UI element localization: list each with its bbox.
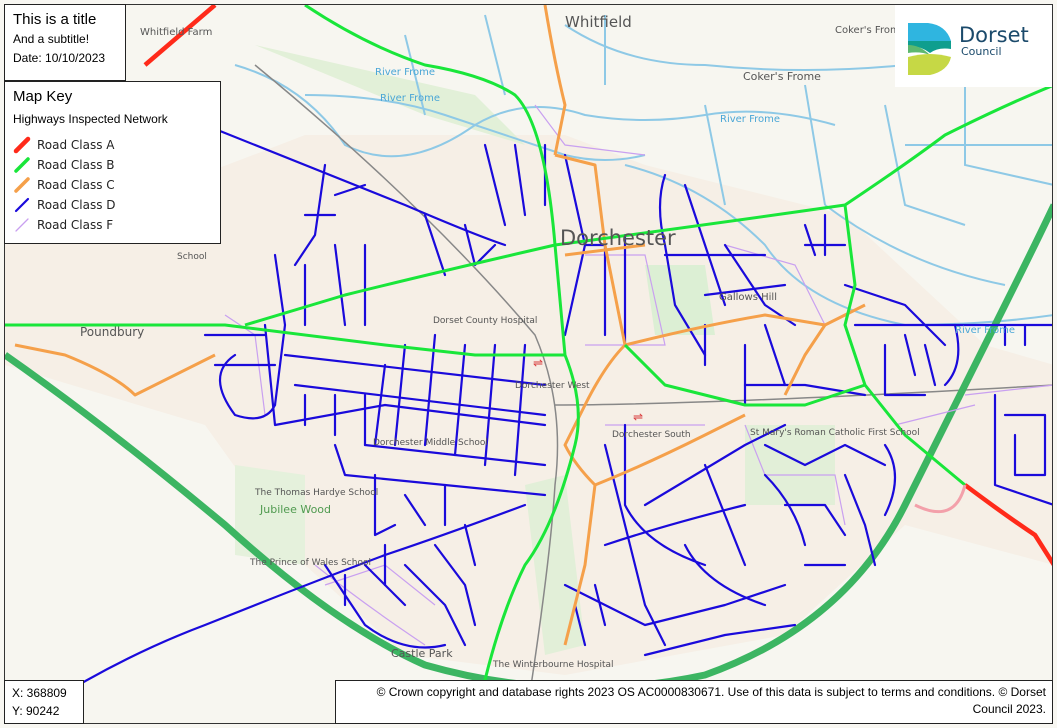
map-key-title: Map Key: [13, 88, 73, 105]
key-item-road-class-f: Road Class F: [13, 215, 212, 235]
place-label: Dorchester West: [515, 381, 590, 391]
river-label: River Frome: [380, 93, 440, 104]
logo-name: Dorset: [959, 23, 1029, 47]
coord-y: Y: 90242: [12, 704, 60, 718]
dorset-d-logo-icon: [908, 23, 951, 75]
map-subtitle: And a subtitle!: [13, 32, 90, 46]
place-label: School: [177, 252, 207, 262]
place-label: Coker's Frome: [743, 70, 821, 83]
key-item-road-class-d: Road Class D: [13, 195, 212, 215]
dorset-council-logo: Dorset Council: [895, 5, 1052, 87]
town-label: Dorchester: [560, 226, 676, 250]
coordinate-readout: X: 368809 Y: 90242: [4, 680, 84, 724]
wood-label: Jubilee Wood: [259, 503, 331, 516]
map-key-panel: Map Key Highways Inspected Network Road …: [4, 81, 221, 244]
logo-sub: Council: [961, 45, 1002, 58]
key-item-road-class-a: Road Class A: [13, 135, 212, 155]
line-swatch-icon: [14, 197, 30, 213]
map-title: This is a title: [13, 11, 97, 28]
river-label: River Frome: [375, 67, 435, 78]
place-label: Dorchester Middle School: [373, 438, 488, 448]
key-label: Road Class C: [37, 178, 115, 192]
place-label: Poundbury: [80, 325, 144, 339]
key-item-road-class-c: Road Class C: [13, 175, 212, 195]
line-swatch-icon: [15, 218, 29, 232]
line-swatch-icon: [13, 136, 31, 154]
line-swatch-icon: [14, 177, 30, 193]
river-label: River Frome: [720, 114, 780, 125]
place-label: Gallows Hill: [719, 292, 777, 303]
line-swatch-icon: [14, 157, 30, 173]
station-icon: ⇌: [533, 356, 543, 370]
key-label: Road Class A: [37, 138, 115, 152]
key-label: Road Class F: [37, 218, 114, 232]
map-date: Date: 10/10/2023: [13, 51, 106, 65]
place-label: Whitfield: [565, 13, 632, 31]
copyright-notice: © Crown copyright and database rights 20…: [335, 680, 1053, 724]
place-label: St Mary's Roman Catholic First School: [750, 428, 920, 438]
map-key-list: Road Class A Road Class B Road Class C R…: [13, 135, 212, 235]
place-label: Dorchester South: [612, 430, 691, 440]
station-icon: ⇌: [633, 410, 643, 424]
place-label: The Winterbourne Hospital: [492, 660, 614, 670]
place-label: The Prince of Wales School: [249, 558, 371, 568]
title-panel: This is a title And a subtitle! Date: 10…: [4, 4, 126, 81]
copyright-text: © Crown copyright and database rights 20…: [376, 685, 1046, 716]
river-label: River Frome: [955, 325, 1015, 336]
place-label: Castle Park: [391, 647, 453, 660]
logo-text: Dorset Council: [959, 24, 1029, 58]
coord-x: X: 368809: [12, 686, 67, 700]
map-key-subtitle: Highways Inspected Network: [13, 112, 168, 126]
key-label: Road Class D: [37, 198, 116, 212]
place-label: The Thomas Hardye School: [254, 488, 378, 498]
place-label: Whitfield Farm: [140, 27, 212, 38]
key-item-road-class-b: Road Class B: [13, 155, 212, 175]
key-label: Road Class B: [37, 158, 115, 172]
place-label: Dorset County Hospital: [433, 316, 537, 326]
